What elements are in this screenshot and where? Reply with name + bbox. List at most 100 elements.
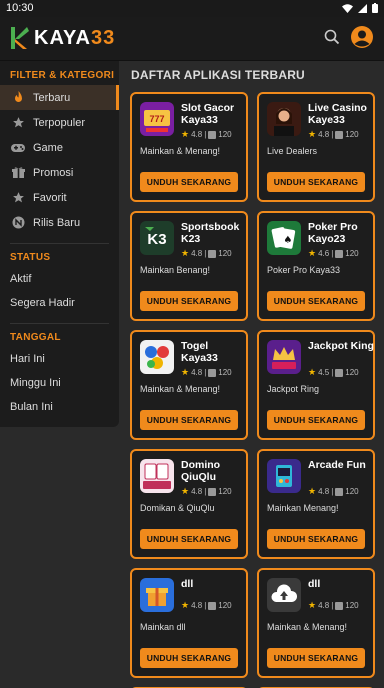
download-button[interactable]: UNDUH SEKARANG (267, 172, 365, 192)
download-count-icon (335, 249, 344, 258)
download-count-icon (208, 601, 217, 610)
download-button[interactable]: UNDUH SEKARANG (140, 172, 238, 192)
status-filter-aktif[interactable]: Aktif (0, 267, 119, 291)
app-card-domino[interactable]: Domino QiuQlu ★ 4.8 | 120 Domikan & QiuQlu … (130, 449, 248, 559)
sidebar-item-label: Terbaru (33, 91, 71, 104)
download-button[interactable]: UNDUH SEKARANG (267, 529, 365, 549)
logo-leaf-icon (11, 27, 29, 49)
app-name: Live Casino Kaye33 (308, 102, 367, 126)
download-button[interactable]: UNDUH SEKARANG (267, 648, 365, 668)
arcade-icon (267, 459, 301, 493)
meta-separator: | (331, 368, 334, 377)
sidebar-item-label: Terpopuler (33, 116, 85, 129)
svg-text:777: 777 (149, 114, 164, 124)
download-count-icon (335, 368, 344, 377)
rating-value: 4.8 (318, 487, 330, 496)
download-button[interactable]: UNDUH SEKARANG (140, 529, 238, 549)
download-count-icon (335, 601, 344, 610)
download-count: 120 (345, 368, 359, 377)
sportsbook-logo-icon: K3 (140, 221, 174, 255)
sidebar-item-promosi[interactable]: Promosi (0, 160, 119, 185)
status-filter-segera-hadir[interactable]: Segera Hadir (0, 291, 119, 315)
status-time: 10:30 (6, 2, 34, 14)
app-description: Mainkan & Menang! (267, 622, 348, 632)
signal-icon (358, 3, 367, 13)
sidebar-item-game[interactable]: Game (0, 135, 119, 160)
sidebar-item-favorit[interactable]: Favorit (0, 185, 119, 210)
sidebar-item-terpopuler[interactable]: Terpopuler (0, 110, 119, 135)
download-count: 120 (345, 249, 359, 258)
slot-machine-icon: 777 (140, 102, 174, 136)
app-name: dll (181, 578, 194, 590)
download-button[interactable]: UNDUH SEKARANG (140, 291, 238, 311)
download-button[interactable]: UNDUH SEKARANG (267, 410, 365, 430)
star-icon: ★ (308, 129, 317, 139)
app-description: Domikan & QiuQlu (140, 503, 215, 513)
status-heading: STATUS (10, 252, 51, 263)
star-icon (10, 190, 26, 206)
app-card-dll-cloud[interactable]: dll ★ 4.8 | 120 Mainkan & Menang! UNDUH SEK… (257, 568, 375, 678)
app-card-sportsbook[interactable]: K3 Sportsbook K23 ★ 4.8 | 120 Mainkan Benan… (130, 211, 248, 321)
app-description: Mainkan & Menang! (140, 384, 221, 394)
app-card-poker-pro[interactable]: ♠ Poker Pro Kayo23 ★ 4.6 | 120 Poker Pro Ka… (257, 211, 375, 321)
crown-icon (267, 340, 301, 374)
meta-separator: | (331, 249, 334, 258)
meta-separator: | (204, 601, 207, 610)
sidebar-item-label: Game (33, 141, 63, 154)
status-bar: 10:30 (0, 0, 384, 17)
account-icon[interactable] (350, 25, 374, 49)
rating-value: 4.8 (318, 601, 330, 610)
search-icon[interactable] (324, 29, 340, 45)
sidebar-item-rilis-baru[interactable]: Rilis Baru (0, 210, 119, 235)
date-filter-hari-ini[interactable]: Hari Ini (0, 347, 119, 371)
rating-value: 4.8 (191, 368, 203, 377)
download-button[interactable]: UNDUH SEKARANG (140, 410, 238, 430)
app-rating: ★ 4.8 | 120 (181, 367, 232, 378)
download-count-icon (208, 249, 217, 258)
app-card-live-casino[interactable]: Live Casino Kaye33 ★ 4.8 | 120 Live Dealers… (257, 92, 375, 202)
app-rating: ★ 4.8 | 120 (181, 600, 232, 611)
battery-icon (372, 3, 378, 13)
star-icon: ★ (181, 600, 190, 610)
app-card-slot-gacor[interactable]: 777 Slot Gacor Kaya33 ★ 4.8 | 120 Mainkan &… (130, 92, 248, 202)
meta-separator: | (204, 487, 207, 496)
app-rating: ★ 4.8 | 120 (181, 129, 232, 140)
app-card-dll-gift[interactable]: dll ★ 4.8 | 120 Mainkan dll UNDUH SEKARANG (130, 568, 248, 678)
download-count: 120 (218, 130, 232, 139)
app-name: Togel Kaya33 (181, 340, 218, 364)
sidebar-item-label: Promosi (33, 166, 74, 179)
meta-separator: | (204, 368, 207, 377)
live-dealer-icon (267, 102, 301, 136)
app-rating: ★ 4.8 | 120 (181, 248, 232, 259)
app-card-togel[interactable]: Togel Kaya33 ★ 4.8 | 120 Mainkan & Menang! … (130, 330, 248, 440)
star-icon: ★ (181, 367, 190, 377)
app-name: Domino QiuQlu (181, 459, 221, 483)
app-description: Jackpot Ring (267, 384, 320, 394)
gamepad-icon (10, 140, 26, 156)
app-name: Poker Pro Kayo23 (308, 221, 358, 245)
date-filter-minggu-ini[interactable]: Minggu Ini (0, 371, 119, 395)
svg-text:♠: ♠ (284, 235, 293, 246)
star-icon: ★ (181, 486, 190, 496)
rating-value: 4.8 (318, 130, 330, 139)
sidebar-item-terbaru[interactable]: Terbaru (0, 85, 119, 110)
wifi-icon (342, 3, 353, 13)
app-card-arcade-fun[interactable]: Arcade Fun ★ 4.8 | 120 Mainkan Menang! UNDU… (257, 449, 375, 559)
system-icons (342, 3, 378, 13)
app-description: Mainkan Benang! (140, 265, 211, 275)
app-name: dll (308, 578, 321, 590)
meta-separator: | (331, 487, 334, 496)
app-logo[interactable]: KAYA33 (9, 25, 115, 51)
app-bar: KAYA33 (0, 17, 384, 61)
app-card-jackpot-king[interactable]: Jackpot King ★ 4.5 | 120 Jackpot Ring UNDUH… (257, 330, 375, 440)
star-icon: ★ (181, 129, 190, 139)
download-button[interactable]: UNDUH SEKARANG (267, 291, 365, 311)
date-filter-bulan-ini[interactable]: Bulan Ini (0, 395, 119, 419)
lottery-balls-icon (140, 340, 174, 374)
filter-heading: FILTER & KATEGORI (10, 70, 115, 81)
download-count-icon (208, 368, 217, 377)
download-count-icon (335, 487, 344, 496)
logo-text: KAYA33 (34, 26, 116, 49)
flame-icon (10, 90, 26, 106)
download-button[interactable]: UNDUH SEKARANG (140, 648, 238, 668)
